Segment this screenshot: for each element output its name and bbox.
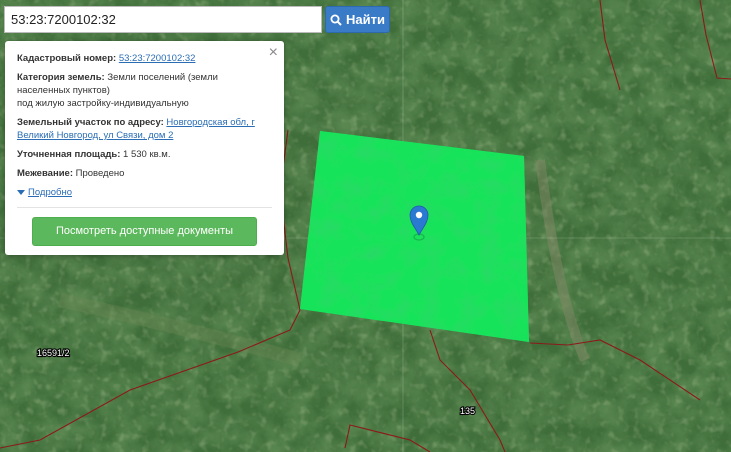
area-row: Уточненная площадь: 1 530 кв.м. [17, 148, 272, 161]
parcel-number-label: 16591/2 [37, 348, 70, 358]
view-documents-button[interactable]: Посмотреть доступные документы [32, 217, 257, 246]
category-row: Категория земель: Земли поселений (земли… [17, 71, 272, 110]
close-icon[interactable]: × [269, 45, 278, 61]
search-button-label: Найти [346, 12, 385, 27]
details-toggle[interactable]: Подробно [17, 186, 272, 199]
address-row: Земельный участок по адресу: Новгородска… [17, 116, 272, 142]
cadastral-number-link[interactable]: 53:23:7200102:32 [119, 53, 196, 64]
survey-row: Межевание: Проведено [17, 167, 272, 180]
cadastral-row: Кадастровый номер: 53:23:7200102:32 [17, 52, 272, 65]
search-input[interactable] [4, 6, 322, 33]
address-label: Земельный участок по адресу: [17, 117, 164, 128]
search-icon [330, 14, 342, 26]
details-link[interactable]: Подробно [28, 186, 72, 199]
parcel-number-label: 135 [460, 406, 475, 416]
area-value: 1 530 кв.м. [123, 149, 171, 160]
category-value-line1: Земли поселений (земли [107, 72, 218, 83]
address-link-line2[interactable]: Великий Новгород, ул Связи, дом 2 [17, 130, 173, 141]
category-value-line3: под жилую застройку-индивидуальную [17, 98, 189, 109]
address-link-line1[interactable]: Новгородская обл, г [166, 117, 254, 128]
category-value-line2: населенных пунктов) [17, 85, 110, 96]
cadastral-label: Кадастровый номер: [17, 53, 117, 64]
area-label: Уточненная площадь: [17, 149, 121, 160]
survey-label: Межевание: [17, 168, 73, 179]
survey-value: Проведено [75, 168, 125, 179]
search-button[interactable]: Найти [325, 6, 390, 33]
parcel-info-popup: × Кадастровый номер: 53:23:7200102:32 Ка… [5, 41, 284, 255]
divider [17, 207, 272, 208]
category-label: Категория земель: [17, 72, 105, 83]
triangle-down-icon [17, 190, 25, 195]
